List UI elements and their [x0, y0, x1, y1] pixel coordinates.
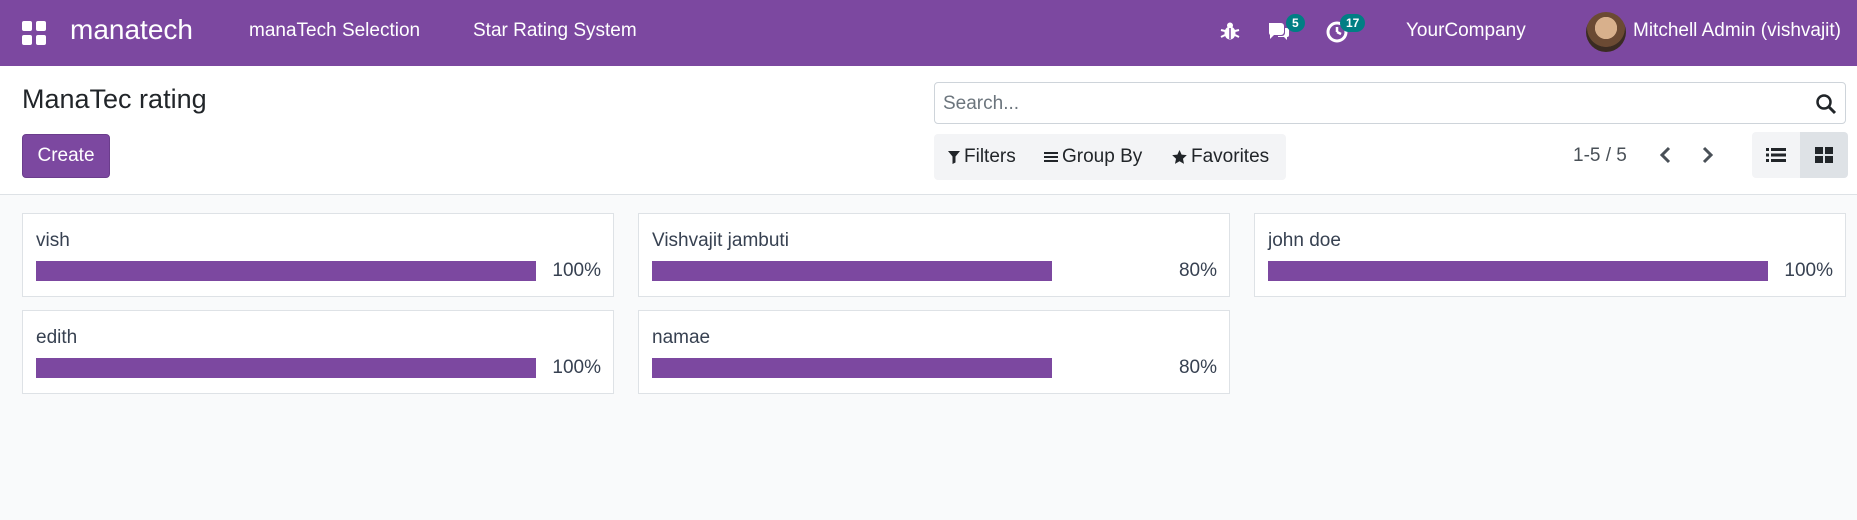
search-icon[interactable] — [1815, 93, 1837, 115]
rating-percentage: 100% — [1784, 260, 1833, 281]
kanban-record-card[interactable]: vish 100% — [22, 213, 614, 297]
rating-percentage: 80% — [1178, 357, 1217, 378]
rating-progress-fill — [1268, 261, 1768, 281]
rating-percentage: 100% — [552, 357, 601, 378]
kanban-view-icon — [1815, 147, 1833, 163]
search-options-bar: Filters Group By Favorites — [934, 134, 1286, 180]
favorites-button[interactable]: Favorites — [1172, 146, 1269, 168]
rating-percentage: 80% — [1178, 260, 1217, 281]
create-button[interactable]: Create — [22, 134, 110, 178]
messages-count-badge: 5 — [1286, 14, 1305, 32]
record-name: vish — [36, 230, 70, 251]
group-by-bars-icon — [1044, 152, 1058, 162]
menu-item-star-rating[interactable]: Star Rating System — [473, 20, 637, 42]
filters-button[interactable]: Filters — [948, 146, 1016, 168]
kanban-record-card[interactable]: namae 80% — [638, 310, 1230, 394]
pager-value[interactable]: 1-5 / 5 — [1573, 145, 1627, 167]
kanban-view-button[interactable] — [1800, 132, 1848, 178]
top-navbar: manatech manaTech Selection Star Rating … — [0, 0, 1857, 66]
filters-label: Filters — [964, 146, 1016, 167]
kanban-record-card[interactable]: edith 100% — [22, 310, 614, 394]
group-by-label: Group By — [1062, 146, 1143, 167]
favorites-star-icon — [1172, 150, 1187, 164]
app-brand[interactable]: manatech — [70, 14, 193, 46]
activities-count-badge: 17 — [1340, 14, 1366, 32]
list-view-icon — [1766, 148, 1786, 162]
pager-previous-icon[interactable] — [1656, 142, 1676, 168]
kanban-record-card[interactable]: john doe 100% — [1254, 213, 1846, 297]
rating-progress-bar — [652, 358, 1152, 378]
favorites-label: Favorites — [1191, 146, 1270, 167]
rating-progress-bar — [36, 261, 536, 281]
debug-bug-icon[interactable] — [1219, 20, 1241, 42]
record-name: namae — [652, 327, 711, 348]
kanban-record-card[interactable]: Vishvajit jambuti 80% — [638, 213, 1230, 297]
rating-progress-fill — [36, 358, 536, 378]
search-box — [934, 82, 1846, 124]
filter-funnel-icon — [948, 151, 960, 164]
user-avatar[interactable] — [1586, 12, 1626, 52]
rating-progress-bar — [1268, 261, 1768, 281]
control-panel: ManaTec rating Create Filters Group By — [0, 66, 1857, 195]
pager-next-icon[interactable] — [1697, 142, 1717, 168]
group-by-button[interactable]: Group By — [1044, 146, 1142, 168]
rating-progress-fill — [652, 261, 1052, 281]
rating-progress-fill — [36, 261, 536, 281]
record-name: john doe — [1268, 230, 1341, 251]
rating-progress-bar — [36, 358, 536, 378]
company-switcher[interactable]: YourCompany — [1406, 20, 1526, 42]
apps-menu-icon[interactable] — [22, 21, 46, 45]
rating-progress-fill — [652, 358, 1052, 378]
record-name: edith — [36, 327, 78, 348]
menu-item-selection[interactable]: manaTech Selection — [249, 20, 420, 42]
list-view-button[interactable] — [1752, 132, 1800, 178]
search-input[interactable] — [943, 91, 1803, 117]
record-name: Vishvajit jambuti — [652, 230, 789, 251]
page-title: ManaTec rating — [22, 84, 207, 114]
rating-percentage: 100% — [552, 260, 601, 281]
user-menu[interactable]: Mitchell Admin (vishvajit) — [1633, 20, 1841, 42]
rating-progress-bar — [652, 261, 1152, 281]
